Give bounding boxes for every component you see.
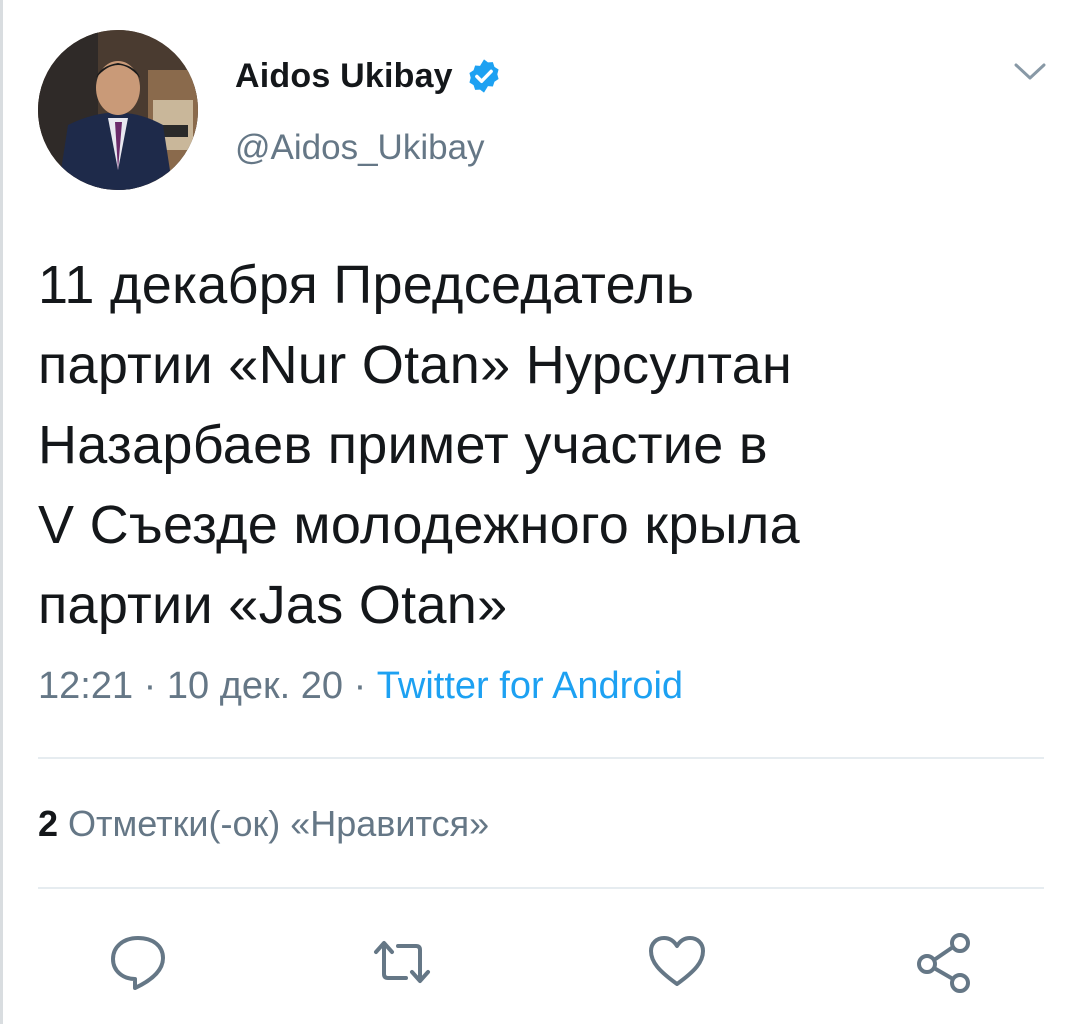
tweet-text-line: партии «Jas Otan» bbox=[38, 575, 508, 635]
meta-separator: · bbox=[133, 665, 167, 707]
tweet-time: 12:21 bbox=[38, 665, 134, 707]
share-button[interactable] bbox=[912, 930, 976, 994]
tweet-text-line: V Съезде молодежного крыла bbox=[38, 495, 800, 555]
likes-summary[interactable]: 2 Отметки(-ок) «Нравится» bbox=[38, 803, 489, 845]
likes-label: Отметки(-ок) «Нравится» bbox=[68, 803, 490, 844]
reply-icon bbox=[111, 936, 165, 990]
retweet-icon bbox=[374, 941, 430, 983]
retweet-button[interactable] bbox=[370, 930, 434, 994]
meta-separator: · bbox=[343, 665, 377, 707]
verified-badge-icon bbox=[469, 59, 499, 93]
left-border bbox=[0, 0, 3, 1024]
avatar[interactable] bbox=[38, 30, 198, 190]
tweet-meta: 12:21 · 10 дек. 20 · Twitter for Android bbox=[38, 665, 683, 708]
divider bbox=[38, 757, 1044, 759]
author-name-row[interactable]: Aidos Ukibay bbox=[235, 52, 503, 100]
tweet-date: 10 дек. 20 bbox=[166, 665, 344, 707]
share-icon bbox=[917, 933, 970, 993]
heart-icon bbox=[649, 936, 705, 986]
author-display-name[interactable]: Aidos Ukibay bbox=[235, 57, 453, 96]
tweet-text-line: Назарбаев примет участие в bbox=[38, 415, 768, 475]
tweet-text: 11 декабря Председатель партии «Nur Otan… bbox=[38, 245, 1048, 645]
likes-count: 2 bbox=[38, 803, 59, 844]
divider bbox=[38, 887, 1044, 889]
chevron-down-icon[interactable] bbox=[1012, 60, 1048, 84]
author-handle[interactable]: @Aidos_Ukibay bbox=[235, 128, 485, 168]
reply-button[interactable] bbox=[106, 930, 170, 994]
like-button[interactable] bbox=[645, 930, 709, 994]
tweet-text-line: 11 декабря Председатель bbox=[38, 255, 695, 315]
tweet-text-line: партии «Nur Otan» Нурсултан bbox=[38, 335, 793, 395]
tweet-source-link[interactable]: Twitter for Android bbox=[377, 665, 683, 707]
